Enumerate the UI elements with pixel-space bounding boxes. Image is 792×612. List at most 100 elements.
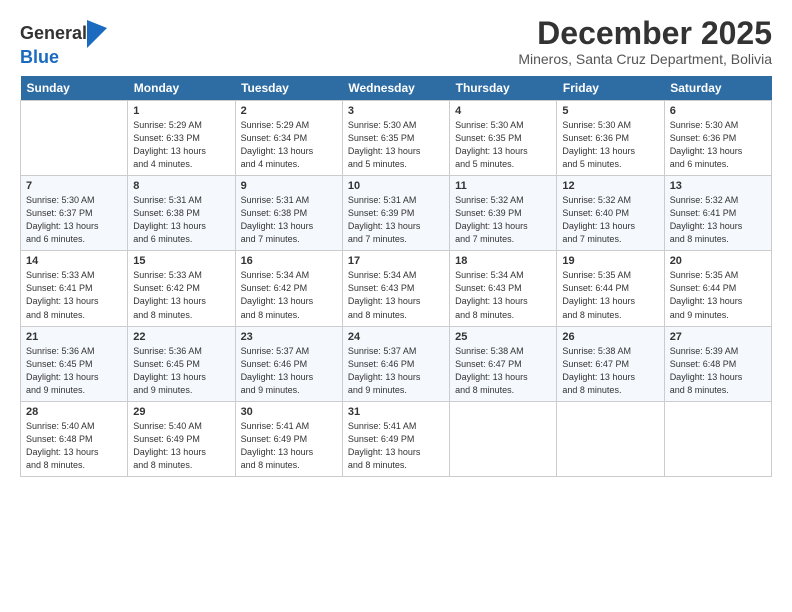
day-number: 18	[455, 255, 551, 267]
logo-icon	[87, 20, 107, 48]
calendar-cell: 16Sunrise: 5:34 AM Sunset: 6:42 PM Dayli…	[235, 251, 342, 326]
calendar-table: Sunday Monday Tuesday Wednesday Thursday…	[20, 76, 772, 477]
calendar-cell: 31 Sunrise: 5:41 AM Sunset: 6:49 PM Dayli…	[342, 401, 449, 476]
col-monday: Monday	[128, 76, 235, 101]
day-info: Sunrise: 5:32 AM Sunset: 6:41 PM Dayligh…	[670, 195, 743, 244]
day-number: 30	[241, 406, 337, 418]
calendar-cell: 22 Sunrise: 5:36 AM Sunset: 6:45 PM Dayli…	[128, 326, 235, 401]
day-info: Sunrise: 5:30 AM Sunset: 6:36 PM Dayligh…	[670, 120, 743, 169]
day-number: 17	[348, 255, 444, 267]
calendar-week-4: 21 Sunrise: 5:36 AM Sunset: 6:45 PM Dayli…	[21, 326, 772, 401]
calendar-cell: 29Sunrise: 5:40 AM Sunset: 6:49 PM Dayli…	[128, 401, 235, 476]
col-tuesday: Tuesday	[235, 76, 342, 101]
day-info: Sunrise: 5:34 AM Sunset: 6:43 PM Dayligh…	[348, 270, 421, 319]
subtitle: Mineros, Santa Cruz Department, Bolivia	[518, 51, 772, 67]
calendar-cell: 24 Sunrise: 5:37 AM Sunset: 6:46 PM Dayli…	[342, 326, 449, 401]
day-number: 10	[348, 180, 444, 192]
calendar-cell: 20Sunrise: 5:35 AM Sunset: 6:44 PM Dayli…	[664, 251, 771, 326]
col-friday: Friday	[557, 76, 664, 101]
day-number: 23	[241, 331, 337, 343]
day-info: Sunrise: 5:33 AM Sunset: 6:41 PM Dayligh…	[26, 270, 99, 319]
page: General Blue December 2025 Mineros, Sant…	[0, 0, 792, 612]
day-number: 21	[26, 331, 122, 343]
calendar-week-2: 7 Sunrise: 5:30 AM Sunset: 6:37 PM Daylig…	[21, 176, 772, 251]
header: General Blue December 2025 Mineros, Sant…	[20, 16, 772, 68]
calendar-cell: 12Sunrise: 5:32 AM Sunset: 6:40 PM Dayli…	[557, 176, 664, 251]
day-number: 3	[348, 105, 444, 117]
day-number: 22	[133, 331, 229, 343]
calendar-cell: 25 Sunrise: 5:38 AM Sunset: 6:47 PM Dayli…	[450, 326, 557, 401]
main-title: December 2025	[518, 16, 772, 51]
day-info: Sunrise: 5:40 AM Sunset: 6:48 PM Dayligh…	[26, 421, 99, 470]
day-info: Sunrise: 5:30 AM Sunset: 6:36 PM Dayligh…	[562, 120, 635, 169]
calendar-cell	[664, 401, 771, 476]
calendar-cell	[450, 401, 557, 476]
calendar-cell: 17 Sunrise: 5:34 AM Sunset: 6:43 PM Dayli…	[342, 251, 449, 326]
calendar-cell	[21, 101, 128, 176]
calendar-cell: 19Sunrise: 5:35 AM Sunset: 6:44 PM Dayli…	[557, 251, 664, 326]
day-number: 28	[26, 406, 122, 418]
day-number: 7	[26, 180, 122, 192]
calendar-cell: 1Sunrise: 5:29 AM Sunset: 6:33 PM Daylig…	[128, 101, 235, 176]
day-info: Sunrise: 5:30 AM Sunset: 6:35 PM Dayligh…	[455, 120, 528, 169]
day-info: Sunrise: 5:32 AM Sunset: 6:39 PM Dayligh…	[455, 195, 528, 244]
day-number: 24	[348, 331, 444, 343]
day-info: Sunrise: 5:32 AM Sunset: 6:40 PM Dayligh…	[562, 195, 635, 244]
day-number: 16	[241, 255, 337, 267]
day-number: 13	[670, 180, 766, 192]
day-info: Sunrise: 5:36 AM Sunset: 6:45 PM Dayligh…	[133, 346, 206, 395]
day-number: 15	[133, 255, 229, 267]
calendar-cell: 23 Sunrise: 5:37 AM Sunset: 6:46 PM Dayli…	[235, 326, 342, 401]
day-info: Sunrise: 5:38 AM Sunset: 6:47 PM Dayligh…	[562, 346, 635, 395]
day-number: 6	[670, 105, 766, 117]
day-info: Sunrise: 5:29 AM Sunset: 6:34 PM Dayligh…	[241, 120, 314, 169]
day-info: Sunrise: 5:38 AM Sunset: 6:47 PM Dayligh…	[455, 346, 528, 395]
calendar-cell: 5 Sunrise: 5:30 AM Sunset: 6:36 PM Daylig…	[557, 101, 664, 176]
day-info: Sunrise: 5:39 AM Sunset: 6:48 PM Dayligh…	[670, 346, 743, 395]
day-info: Sunrise: 5:29 AM Sunset: 6:33 PM Dayligh…	[133, 120, 206, 169]
calendar-week-5: 28 Sunrise: 5:40 AM Sunset: 6:48 PM Dayli…	[21, 401, 772, 476]
calendar-cell: 15 Sunrise: 5:33 AM Sunset: 6:42 PM Dayli…	[128, 251, 235, 326]
col-sunday: Sunday	[21, 76, 128, 101]
day-info: Sunrise: 5:31 AM Sunset: 6:39 PM Dayligh…	[348, 195, 421, 244]
day-info: Sunrise: 5:34 AM Sunset: 6:43 PM Dayligh…	[455, 270, 528, 319]
title-block: December 2025 Mineros, Santa Cruz Depart…	[518, 16, 772, 67]
calendar-cell: 10 Sunrise: 5:31 AM Sunset: 6:39 PM Dayli…	[342, 176, 449, 251]
calendar-cell: 11 Sunrise: 5:32 AM Sunset: 6:39 PM Dayli…	[450, 176, 557, 251]
day-number: 5	[562, 105, 658, 117]
calendar-week-3: 14 Sunrise: 5:33 AM Sunset: 6:41 PM Dayli…	[21, 251, 772, 326]
day-number: 2	[241, 105, 337, 117]
day-number: 31	[348, 406, 444, 418]
logo-blue: Blue	[20, 47, 59, 67]
calendar-cell: 28 Sunrise: 5:40 AM Sunset: 6:48 PM Dayli…	[21, 401, 128, 476]
day-info: Sunrise: 5:30 AM Sunset: 6:35 PM Dayligh…	[348, 120, 421, 169]
day-number: 14	[26, 255, 122, 267]
day-number: 29	[133, 406, 229, 418]
calendar-cell: 9Sunrise: 5:31 AM Sunset: 6:38 PM Daylig…	[235, 176, 342, 251]
day-number: 19	[562, 255, 658, 267]
calendar-cell: 30Sunrise: 5:41 AM Sunset: 6:49 PM Dayli…	[235, 401, 342, 476]
logo: General Blue	[20, 20, 107, 68]
calendar-cell: 18 Sunrise: 5:34 AM Sunset: 6:43 PM Dayli…	[450, 251, 557, 326]
calendar-cell: 27Sunrise: 5:39 AM Sunset: 6:48 PM Dayli…	[664, 326, 771, 401]
calendar-cell	[557, 401, 664, 476]
day-info: Sunrise: 5:41 AM Sunset: 6:49 PM Dayligh…	[348, 421, 421, 470]
calendar-cell: 6 Sunrise: 5:30 AM Sunset: 6:36 PM Daylig…	[664, 101, 771, 176]
header-row: Sunday Monday Tuesday Wednesday Thursday…	[21, 76, 772, 101]
logo-general: General	[20, 24, 87, 44]
day-number: 8	[133, 180, 229, 192]
day-info: Sunrise: 5:31 AM Sunset: 6:38 PM Dayligh…	[133, 195, 206, 244]
day-info: Sunrise: 5:30 AM Sunset: 6:37 PM Dayligh…	[26, 195, 99, 244]
calendar-week-1: 1Sunrise: 5:29 AM Sunset: 6:33 PM Daylig…	[21, 101, 772, 176]
calendar-cell: 3 Sunrise: 5:30 AM Sunset: 6:35 PM Daylig…	[342, 101, 449, 176]
calendar-cell: 21Sunrise: 5:36 AM Sunset: 6:45 PM Dayli…	[21, 326, 128, 401]
day-info: Sunrise: 5:37 AM Sunset: 6:46 PM Dayligh…	[348, 346, 421, 395]
calendar-cell: 2 Sunrise: 5:29 AM Sunset: 6:34 PM Daylig…	[235, 101, 342, 176]
col-wednesday: Wednesday	[342, 76, 449, 101]
day-info: Sunrise: 5:35 AM Sunset: 6:44 PM Dayligh…	[670, 270, 743, 319]
calendar-cell: 13 Sunrise: 5:32 AM Sunset: 6:41 PM Dayli…	[664, 176, 771, 251]
day-info: Sunrise: 5:33 AM Sunset: 6:42 PM Dayligh…	[133, 270, 206, 319]
day-number: 11	[455, 180, 551, 192]
day-info: Sunrise: 5:37 AM Sunset: 6:46 PM Dayligh…	[241, 346, 314, 395]
day-number: 25	[455, 331, 551, 343]
